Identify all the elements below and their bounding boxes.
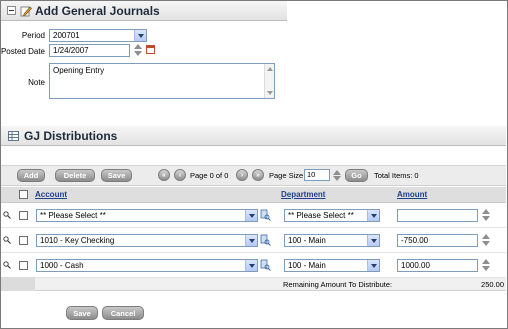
first-page-icon[interactable]: «: [158, 169, 170, 181]
account-value: ** Please Select **: [40, 211, 106, 220]
posted-date-input[interactable]: 1/24/2007: [49, 44, 130, 57]
department-value: ** Please Select **: [288, 211, 354, 220]
page-size-input[interactable]: 10: [304, 169, 330, 181]
account-dropdown-arrow-icon[interactable]: [245, 235, 257, 246]
department-select[interactable]: 100 - Main: [284, 259, 380, 272]
amount-input[interactable]: -750.00: [397, 234, 478, 247]
cancel-button[interactable]: Cancel: [102, 306, 144, 320]
edit-pencil-icon: [20, 5, 32, 17]
go-button[interactable]: Go: [345, 169, 368, 182]
general-section-title: Add General Journals: [35, 3, 160, 18]
note-label: Note: [28, 78, 45, 87]
period-label: Period: [21, 31, 45, 40]
distributions-section-header: GJ Distributions: [1, 126, 506, 146]
total-items-text: Total Items: 0: [374, 171, 419, 180]
calendar-icon[interactable]: [146, 45, 155, 54]
select-all-checkbox[interactable]: [19, 190, 28, 199]
department-value: 100 - Main: [288, 261, 326, 270]
account-select[interactable]: ** Please Select **: [36, 209, 258, 222]
table-row: ** Please Select ** ** Please Select **: [1, 203, 506, 228]
amount-input[interactable]: 1000.00: [397, 259, 478, 272]
note-value: Opening Entry: [53, 66, 105, 75]
table-row: 1010 - Key Checking 100 - Main -750.00: [1, 228, 506, 253]
account-lookup-icon[interactable]: [260, 234, 271, 246]
column-header-account[interactable]: Account: [35, 190, 67, 199]
magnifier-icon[interactable]: [3, 211, 11, 219]
page-size-label: Page Size: [269, 171, 304, 180]
row-checkbox[interactable]: [19, 211, 28, 220]
note-scrollbar[interactable]: [264, 64, 274, 98]
toolbar-save-button[interactable]: Save: [101, 169, 132, 182]
last-page-icon[interactable]: »: [252, 169, 264, 181]
account-select[interactable]: 1000 - Cash: [36, 259, 258, 272]
grid-toolbar: Add Delete Save « ‹ Page 0 of 0 › » Page…: [1, 165, 506, 186]
magnifier-icon[interactable]: [3, 261, 11, 269]
department-value: 100 - Main: [288, 236, 326, 245]
department-select[interactable]: 100 - Main: [284, 234, 380, 247]
amount-input[interactable]: [397, 209, 478, 222]
account-dropdown-arrow-icon[interactable]: [245, 210, 257, 221]
page-size-spinner-icon[interactable]: [332, 169, 341, 182]
magnifier-icon[interactable]: [3, 236, 11, 244]
department-dropdown-arrow-icon[interactable]: [367, 235, 379, 246]
general-section-header: Add General Journals: [1, 1, 287, 21]
save-button[interactable]: Save: [66, 306, 98, 320]
delete-button[interactable]: Delete: [55, 169, 95, 182]
remaining-value: 250.00: [481, 280, 504, 289]
previous-page-icon[interactable]: ‹: [174, 169, 186, 181]
amount-spinner-icon[interactable]: [481, 258, 490, 272]
period-dropdown-arrow-icon[interactable]: [134, 30, 146, 41]
table-row: 1000 - Cash 100 - Main 1000.00: [1, 253, 506, 278]
next-page-icon[interactable]: ›: [236, 169, 248, 181]
distributions-section-title: GJ Distributions: [24, 128, 118, 143]
page-indicator: Page 0 of 0: [190, 171, 229, 180]
account-value: 1000 - Cash: [40, 261, 84, 270]
column-header-department[interactable]: Department: [281, 190, 325, 199]
remaining-total-row: Remaining Amount To Distribute: 250.00: [1, 278, 506, 291]
totals-left-strip: [1, 277, 35, 291]
amount-spinner-icon[interactable]: [481, 233, 490, 247]
account-value: 1010 - Key Checking: [40, 236, 115, 245]
grid-icon: [8, 130, 19, 141]
account-lookup-icon[interactable]: [260, 209, 271, 221]
department-dropdown-arrow-icon[interactable]: [367, 260, 379, 271]
remaining-label: Remaining Amount To Distribute:: [283, 280, 393, 289]
note-textarea[interactable]: Opening Entry: [49, 63, 275, 99]
grid-header-row: Account Department Amount: [1, 187, 506, 203]
row-checkbox[interactable]: [19, 261, 28, 270]
row-checkbox[interactable]: [19, 236, 28, 245]
period-select[interactable]: 200701: [49, 29, 147, 42]
account-select[interactable]: 1010 - Key Checking: [36, 234, 258, 247]
amount-spinner-icon[interactable]: [481, 208, 490, 222]
account-dropdown-arrow-icon[interactable]: [245, 260, 257, 271]
department-select[interactable]: ** Please Select **: [284, 209, 380, 222]
period-value: 200701: [53, 31, 80, 40]
posted-date-spinner-icon[interactable]: [133, 43, 142, 57]
column-header-amount[interactable]: Amount: [397, 190, 427, 199]
department-dropdown-arrow-icon[interactable]: [367, 210, 379, 221]
collapse-icon[interactable]: [7, 6, 16, 15]
account-lookup-icon[interactable]: [260, 259, 271, 271]
posted-date-label: Posted Date: [0, 47, 45, 56]
add-button[interactable]: Add: [17, 169, 45, 182]
